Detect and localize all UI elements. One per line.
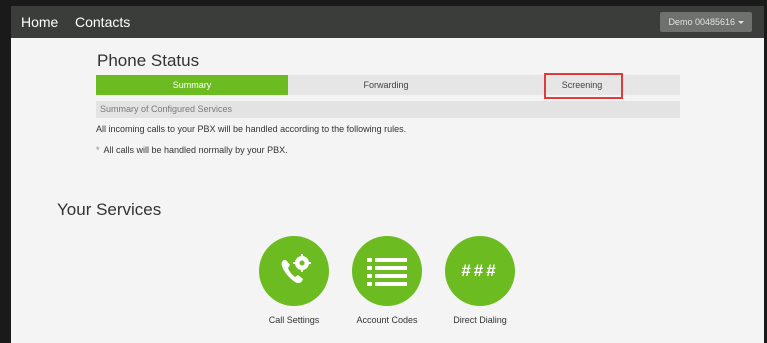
call-settings-label: Call Settings: [268, 315, 320, 325]
account-codes-button[interactable]: [352, 236, 422, 306]
account-dropdown-button[interactable]: Demo 00485616: [660, 12, 752, 32]
account-label: Demo 00485616: [668, 17, 735, 27]
account-codes-label: Account Codes: [356, 315, 418, 325]
service-account-codes: Account Codes: [342, 236, 432, 325]
nav-home-link[interactable]: Home: [21, 13, 58, 31]
direct-dialing-label: Direct Dialing: [453, 315, 507, 325]
hash-icon: ###: [461, 261, 499, 280]
top-navbar: Home Contacts Demo 00485616: [11, 6, 764, 38]
call-settings-button[interactable]: [259, 236, 329, 306]
app-frame: Home Contacts Demo 00485616 Phone Status…: [11, 6, 764, 343]
direct-dialing-button[interactable]: ###: [445, 236, 515, 306]
service-call-settings: Call Settings: [249, 236, 339, 325]
list-icon: [367, 258, 407, 286]
bullet-item: * All calls will be handled normally by y…: [96, 145, 288, 155]
services-title: Your Services: [57, 200, 162, 219]
nav-contacts-link[interactable]: Contacts: [75, 13, 130, 31]
phone-gear-icon: [281, 254, 311, 284]
tab-forwarding[interactable]: Forwarding: [288, 75, 484, 95]
rules-text: All incoming calls to your PBX will be h…: [96, 124, 407, 134]
bullet-marker: *: [96, 145, 100, 155]
phone-status-title: Phone Status: [97, 51, 200, 70]
caret-down-icon: [738, 21, 744, 25]
tab-summary[interactable]: Summary: [96, 75, 288, 95]
bullet-item-text: All calls will be handled normally by yo…: [103, 145, 288, 155]
service-direct-dialing: ### Direct Dialing: [435, 236, 525, 325]
screening-highlight-box: [544, 73, 623, 99]
section-header: Summary of Configured Services: [96, 101, 680, 118]
